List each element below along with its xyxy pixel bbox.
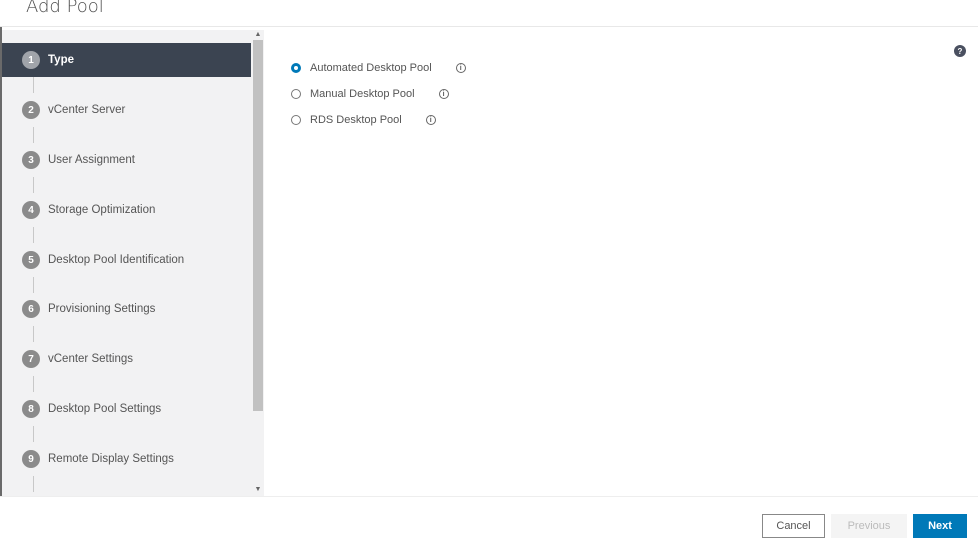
step-vcenter-settings[interactable]: 7 vCenter Settings	[2, 342, 251, 376]
scrollbar-thumb[interactable]	[253, 40, 263, 411]
step-type[interactable]: 1 Type	[2, 43, 251, 77]
info-icon[interactable]: i	[455, 63, 466, 73]
step-number: 4	[22, 201, 40, 219]
step-connector	[33, 326, 34, 342]
wizard-steps: 1 Type 2 vCenter Server 3 User Assignmen…	[2, 30, 264, 496]
option-label: Automated Desktop Pool	[310, 62, 432, 74]
next-button[interactable]: Next	[913, 514, 967, 538]
step-user-assignment[interactable]: 3 User Assignment	[2, 143, 251, 177]
step-provisioning-settings[interactable]: 6 Provisioning Settings	[2, 292, 251, 326]
step-connector	[33, 277, 34, 293]
step-number: 3	[22, 151, 40, 169]
step-label: Provisioning Settings	[48, 303, 156, 315]
step-connector	[33, 476, 34, 492]
previous-button[interactable]: Previous	[831, 514, 907, 538]
step-connector	[33, 177, 34, 193]
step-number: 9	[22, 450, 40, 468]
option-automated-desktop-pool[interactable]: Automated Desktop Pool i	[291, 62, 466, 74]
step-connector	[33, 426, 34, 442]
step-number: 7	[22, 350, 40, 368]
step-label: Desktop Pool Settings	[48, 403, 162, 415]
option-label: Manual Desktop Pool	[310, 88, 415, 100]
cancel-button[interactable]: Cancel	[762, 514, 825, 538]
option-manual-desktop-pool[interactable]: Manual Desktop Pool i	[291, 88, 449, 100]
info-icon[interactable]: i	[425, 115, 436, 125]
step-label: Remote Display Settings	[48, 453, 174, 465]
dialog-header: Add Pool	[0, 0, 978, 27]
dialog-title: Add Pool	[26, 0, 104, 17]
radio-button[interactable]	[291, 115, 301, 125]
step-storage-optimization[interactable]: 4 Storage Optimization	[2, 193, 251, 227]
step-number: 1	[22, 51, 40, 69]
step-remote-display-settings[interactable]: 9 Remote Display Settings	[2, 442, 251, 476]
step-number: 5	[22, 251, 40, 269]
radio-button[interactable]	[291, 89, 301, 99]
step-label: Type	[48, 54, 74, 66]
step-connector	[33, 376, 34, 392]
step-connector	[33, 127, 34, 143]
step-label: Storage Optimization	[48, 204, 156, 216]
option-rds-desktop-pool[interactable]: RDS Desktop Pool i	[291, 114, 436, 126]
step-desktop-pool-identification[interactable]: 5 Desktop Pool Identification	[2, 243, 251, 277]
step-label: Desktop Pool Identification	[48, 254, 185, 266]
step-label: vCenter Settings	[48, 353, 134, 365]
step-label: User Assignment	[48, 154, 135, 166]
scroll-up-arrow-icon[interactable]: ▲	[253, 30, 263, 40]
step-connector	[33, 77, 34, 93]
info-icon[interactable]: i	[438, 89, 449, 99]
radio-button[interactable]	[291, 63, 301, 73]
step-vcenter-server[interactable]: 2 vCenter Server	[2, 93, 251, 127]
help-icon[interactable]: ?	[954, 45, 966, 57]
step-label: vCenter Server	[48, 104, 126, 116]
step-number: 6	[22, 300, 40, 318]
step-number: 2	[22, 101, 40, 119]
step-number: 8	[22, 400, 40, 418]
step-desktop-pool-settings[interactable]: 8 Desktop Pool Settings	[2, 392, 251, 426]
option-label: RDS Desktop Pool	[310, 114, 402, 126]
step-connector	[33, 227, 34, 243]
scroll-down-arrow-icon[interactable]: ▼	[253, 485, 263, 495]
